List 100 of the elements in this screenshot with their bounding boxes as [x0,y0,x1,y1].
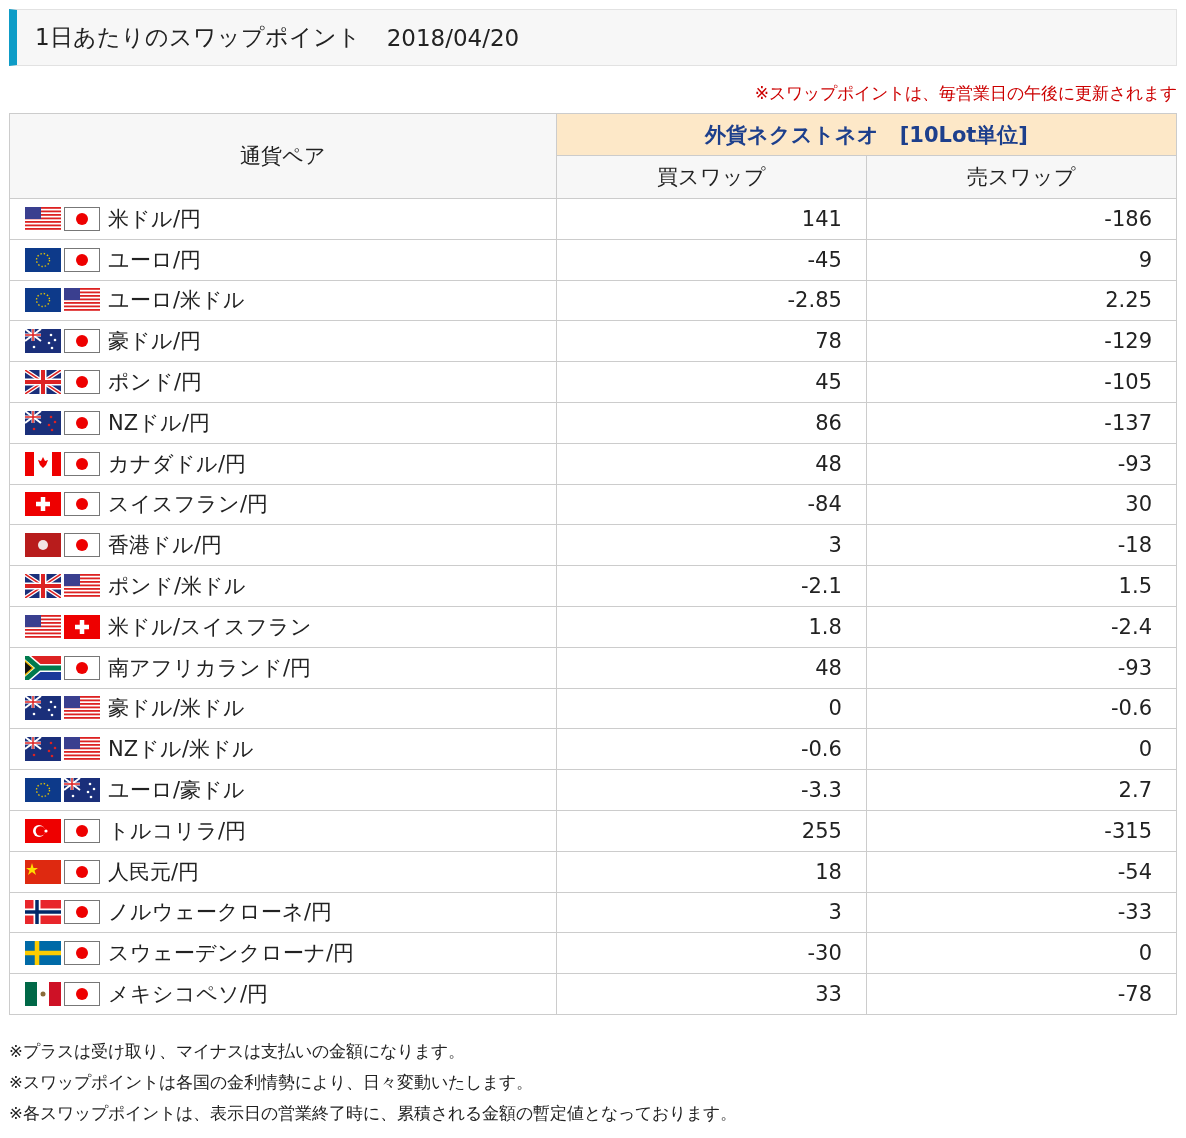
table-cell: -84 [556,484,867,525]
pair-name: 香港ドル/円 [108,532,223,560]
flag-icon [25,982,61,1007]
pair-name: 米ドル/円 [108,205,202,233]
flag-icon [64,859,100,884]
table-cell: 1.5 [866,565,1177,607]
column-header: 売スワップ [866,155,1177,199]
table-cell: 255 [556,810,867,852]
flag-icon [64,533,100,558]
flag-icon [64,778,100,803]
table-cell: 78 [556,320,867,362]
footnote: ※スワップポイントは各国の金利情勢により、日々変動いたします。 [9,1071,534,1094]
table-cell: -129 [866,320,1177,362]
pair-name: NZドル/円 [108,409,211,437]
table-cell: -78 [866,973,1177,1015]
table-cell: -93 [866,443,1177,485]
pair-name: 豪ドル/円 [108,328,202,356]
flag-icon [25,206,61,231]
pair-name: ユーロ/米ドル [108,287,246,315]
flag-icon [64,410,100,435]
flag-icon [64,247,100,272]
flag-icon [64,737,100,762]
table-cell: -0.6 [556,728,867,770]
table-cell: -45 [556,239,867,281]
pair-name: ノルウェークローネ/円 [108,899,333,927]
flag-icon [25,818,61,843]
table-cell: 9 [866,239,1177,281]
flag-icon [25,247,61,272]
table-cell: 33 [556,973,867,1015]
pair-name: カナダドル/円 [108,450,247,478]
flag-icon [25,288,61,313]
date-label: 2018/04/20 [386,24,520,51]
flag-icon [25,574,61,599]
pair-name: ユーロ/豪ドル [108,777,246,805]
table-cell: 2.7 [866,769,1177,811]
flag-icon [25,492,61,517]
flag-icon [64,900,100,925]
flag-icon [64,818,100,843]
table-cell: -137 [866,402,1177,444]
table-cell: -315 [866,810,1177,852]
table-cell: 48 [556,647,867,689]
table-cell: -2.85 [556,280,867,321]
group-header: 外貨ネクストネオ [10Lot単位] [556,113,1177,156]
table-cell: 48 [556,443,867,485]
table-cell: 141 [556,198,867,240]
table-cell: -2.1 [556,565,867,607]
flag-icon [64,941,100,966]
pair-name: ポンド/米ドル [108,573,247,601]
table-cell: 30 [866,484,1177,525]
table-cell: 18 [556,851,867,893]
table-cell: -33 [866,892,1177,933]
pair-name: 南アフリカランド/円 [108,654,312,682]
pair-name: ユーロ/円 [108,246,202,274]
flag-icon [64,492,100,517]
flag-icon [25,941,61,966]
table-cell: 0 [556,688,867,729]
table-cell: -0.6 [866,688,1177,729]
pair-name: 米ドル/スイスフラン [108,613,313,641]
table-cell: 0 [866,728,1177,770]
flag-icon [64,696,100,721]
pair-name: 人民元/円 [108,858,200,886]
flag-icon [25,329,61,354]
flag-icon [64,982,100,1007]
pair-name: トルコリラ/円 [108,817,247,845]
footnote: ※各スワップポイントは、表示日の営業終了時に、累積される金額の暫定値となっております。 [9,1102,738,1125]
flag-icon [25,778,61,803]
flag-icon [64,574,100,599]
pair-name: 豪ドル/米ドル [108,695,246,723]
flag-icon [64,329,100,354]
pair-name: ポンド/円 [108,369,203,397]
table-cell: -2.4 [866,606,1177,648]
table-cell: -54 [866,851,1177,893]
flag-icon [64,288,100,313]
flag-icon [64,206,100,231]
table-cell: -186 [866,198,1177,240]
pair-name: スイスフラン/円 [108,491,269,519]
table-cell: 2.25 [866,280,1177,321]
flag-icon [25,451,61,476]
flag-icon [64,370,100,395]
table-cell: 3 [556,524,867,566]
table-cell: -105 [866,361,1177,403]
flag-icon [25,859,61,884]
flag-icon [25,410,61,435]
flag-icon [25,696,61,721]
column-header: 買スワップ [556,155,867,199]
pair-name: メキシコペソ/円 [108,981,269,1009]
flag-icon [64,451,100,476]
table-cell: 45 [556,361,867,403]
pair-name: スウェーデンクローナ/円 [108,940,355,968]
table-cell: 86 [556,402,867,444]
table-cell: 1.8 [556,606,867,648]
table-cell: -93 [866,647,1177,689]
flag-icon [64,614,100,639]
table-cell: 3 [556,892,867,933]
page-title: 1日あたりのスワップポイント [35,23,361,52]
flag-icon [25,614,61,639]
flag-icon [64,655,100,680]
table-cell: 0 [866,932,1177,974]
table-cell: -30 [556,932,867,974]
pair-name: NZドル/米ドル [108,736,255,764]
